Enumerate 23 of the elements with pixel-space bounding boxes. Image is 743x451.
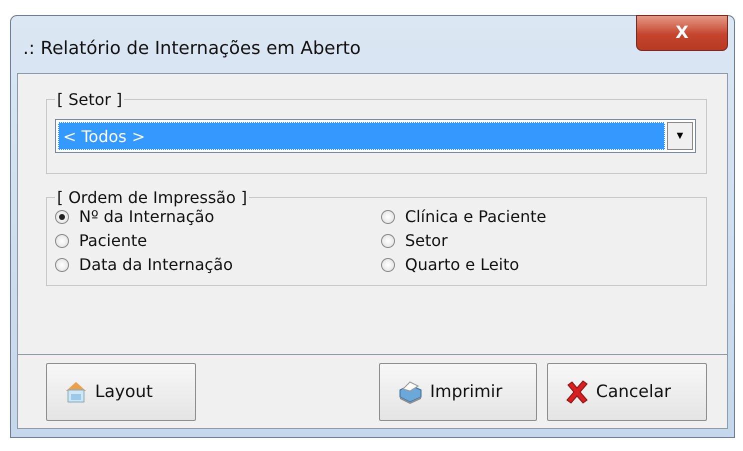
group-legend: [ Setor ] <box>55 90 124 109</box>
layout-button[interactable]: Layout <box>46 362 196 420</box>
radio-label[interactable]: Nº da Internação <box>79 207 214 226</box>
radio-button[interactable] <box>55 258 69 272</box>
dropdown-arrow-button[interactable]: ▼ <box>667 122 693 150</box>
radio-button[interactable] <box>55 234 69 248</box>
radio-label[interactable]: Quarto e Leito <box>405 255 520 274</box>
sector-dropdown[interactable]: < Todos > ▼ <box>55 119 696 153</box>
radio-label[interactable]: Setor <box>405 231 448 250</box>
cancel-button[interactable]: Cancelar <box>547 362 707 420</box>
group-legend: [ Ordem de Impressão ] <box>55 188 250 207</box>
dropdown-value: < Todos > <box>58 122 665 150</box>
radio-button[interactable] <box>381 258 395 272</box>
radio-button[interactable] <box>55 210 69 224</box>
radio-button[interactable] <box>381 210 395 224</box>
radio-label[interactable]: Data da Internação <box>79 255 233 274</box>
radio-label[interactable]: Paciente <box>79 231 148 250</box>
window-title: .: Relatório de Internações em Aberto <box>23 38 361 59</box>
close-button[interactable]: X <box>636 15 728 51</box>
cross-icon <box>564 378 590 404</box>
radio-label[interactable]: Clínica e Paciente <box>405 207 546 226</box>
print-button[interactable]: Imprimir <box>379 362 537 420</box>
radio-button[interactable] <box>381 234 395 248</box>
